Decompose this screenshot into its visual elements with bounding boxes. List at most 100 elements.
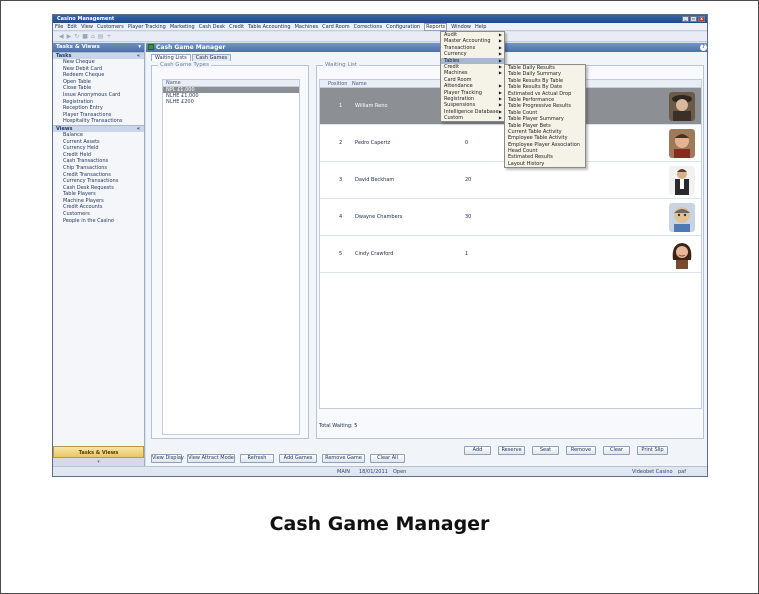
app-window: Casino Management _ ▫ x File Edit View Cust…	[52, 14, 708, 477]
tab-waiting-lists[interactable]: Waiting Lists	[151, 54, 191, 61]
tasks-section-header[interactable]: Tasks «	[53, 52, 144, 59]
toolbar: ◀ ▶ ↻ ■ ⌂ ▤ +	[53, 32, 707, 42]
views-section-header[interactable]: Views «	[53, 124, 144, 133]
view-credit-held[interactable]: Credit Held	[53, 152, 144, 159]
tasks-views-button[interactable]: Tasks & Views	[53, 446, 144, 458]
menu-table-accounting[interactable]: Table Accounting	[248, 24, 290, 30]
add-button[interactable]: Add	[464, 446, 491, 455]
view-table-players[interactable]: Table Players	[53, 191, 144, 198]
task-new-debit-card[interactable]: New Debit Card	[53, 66, 144, 73]
collapse-icon[interactable]: «	[137, 126, 140, 133]
menu-reports[interactable]: Reports	[424, 22, 448, 31]
tasks-views-panel: Tasks & Views ▾ Tasks « New Cheque New De…	[53, 43, 145, 466]
add-icon[interactable]: +	[106, 33, 111, 40]
task-registration[interactable]: Registration	[53, 99, 144, 106]
remove-button[interactable]: Remove	[566, 446, 596, 455]
status-state: Open	[393, 469, 407, 475]
remove-game-button[interactable]: Remove Game	[322, 454, 365, 463]
print-icon[interactable]: ▤	[98, 33, 104, 40]
view-cash-transactions[interactable]: Cash Transactions	[53, 158, 144, 165]
task-redeem-cheque[interactable]: Redeem Cheque	[53, 72, 144, 79]
menu-machines[interactable]: Machines	[295, 24, 319, 30]
view-attract-mode-button[interactable]: View Attract Mode	[187, 454, 235, 463]
game-type-row[interactable]: NLHE £200	[163, 99, 299, 105]
menu-file[interactable]: File	[55, 24, 63, 30]
seat-button[interactable]: Seat	[532, 446, 559, 455]
menu-credit[interactable]: Credit	[229, 24, 244, 30]
tables-report-layout-history[interactable]: Layout History	[505, 161, 585, 167]
reserve-button[interactable]: Reserve	[498, 446, 525, 455]
view-cash-desk-requests[interactable]: Cash Desk Requests	[53, 185, 144, 192]
menu-window[interactable]: Window	[451, 24, 471, 30]
view-credit-accounts[interactable]: Credit Accounts	[53, 204, 144, 211]
menu-edit[interactable]: Edit	[67, 24, 77, 30]
views-list: Balance Current Assets Currency Held Credit…	[53, 132, 144, 224]
minimize-button[interactable]: _	[682, 16, 689, 22]
menu-corrections[interactable]: Corrections	[354, 24, 382, 30]
waiting-list-row[interactable]: 5 Cindy Crawford 1	[320, 236, 701, 273]
close-button[interactable]: x	[698, 16, 705, 22]
row-name: Dwayne Chambers	[355, 214, 403, 220]
view-chip-transactions[interactable]: Chip Transactions	[53, 165, 144, 172]
tables-submenu: Table Daily Results Table Daily Summary Ta…	[504, 64, 586, 169]
panel-grip[interactable]: ▾	[53, 458, 144, 466]
view-people-in-the-casino[interactable]: People in the Casino	[53, 218, 144, 225]
add-games-button[interactable]: Add Games	[279, 454, 317, 463]
task-issue-anonymous-card[interactable]: Issue Anonymous Card	[53, 92, 144, 99]
menu-configuration[interactable]: Configuration	[386, 24, 420, 30]
game-buttons: View Display View Attract Mode Refresh Add …	[151, 454, 405, 463]
clear-button[interactable]: Clear	[603, 446, 630, 455]
view-credit-transactions[interactable]: Credit Transactions	[53, 172, 144, 179]
menu-bar: File Edit View Customers Player Tracking Mark…	[53, 22, 707, 31]
row-position: 4	[339, 214, 343, 220]
menu-help[interactable]: Help	[475, 24, 486, 30]
home-icon[interactable]: ⌂	[91, 33, 95, 40]
row-position: 2	[339, 140, 343, 146]
refresh-button[interactable]: Refresh	[240, 454, 274, 463]
view-currency-held[interactable]: Currency Held	[53, 145, 144, 152]
menu-item-label: Registration	[444, 95, 475, 102]
view-customers[interactable]: Customers	[53, 211, 144, 218]
document-area: Cash Game Manager ? Waiting Lists Cash G…	[146, 43, 707, 466]
task-reception-entry[interactable]: Reception Entry	[53, 105, 144, 112]
tab-cash-games[interactable]: Cash Games	[191, 54, 232, 61]
game-types-grid: Name NPL £1,000 NLHE £1,000 NLHE £200	[162, 79, 300, 435]
view-display-button[interactable]: View Display	[151, 454, 184, 463]
reports-menu: Audit ▶ Master Accounting ▶ Transactions ▶ Cur…	[440, 31, 505, 123]
row-name: David Beckham	[355, 177, 395, 183]
task-hospitality-transactions[interactable]: Hospitality Transactions	[53, 118, 144, 125]
maximize-button[interactable]: ▫	[690, 16, 697, 22]
help-icon[interactable]: ?	[700, 44, 707, 51]
menu-view[interactable]: View	[81, 24, 93, 30]
clear-all-button[interactable]: Clear All	[370, 454, 405, 463]
print-slip-button[interactable]: Print Slip	[637, 446, 668, 455]
refresh-icon[interactable]: ↻	[74, 33, 79, 40]
view-currency-transactions[interactable]: Currency Transactions	[53, 178, 144, 185]
status-date: 18/01/2011	[359, 469, 388, 475]
stop-icon[interactable]: ■	[82, 33, 88, 40]
menu-cash-desk[interactable]: Cash Desk	[199, 24, 225, 30]
task-open-table[interactable]: Open Table	[53, 79, 144, 86]
collapse-icon[interactable]: «	[137, 53, 140, 60]
menu-marketing[interactable]: Marketing	[170, 24, 195, 30]
pin-icon[interactable]: ▾	[138, 43, 141, 52]
menu-customers[interactable]: Customers	[97, 24, 124, 30]
back-icon[interactable]: ◀	[59, 33, 64, 40]
row-position: 1	[339, 103, 343, 109]
waiting-list-row[interactable]: 4 Dwayne Chambers 30	[320, 199, 701, 236]
waiting-list-label: Waiting List	[323, 62, 360, 68]
total-waiting: Total Waiting: 5	[319, 423, 358, 429]
game-types-label: Cash Game Types	[158, 62, 211, 68]
task-close-table[interactable]: Close Table	[53, 85, 144, 92]
row-value: 1	[465, 251, 469, 257]
menu-player-tracking[interactable]: Player Tracking	[128, 24, 166, 30]
view-current-assets[interactable]: Current Assets	[53, 139, 144, 146]
menu-card-room[interactable]: Card Room	[322, 24, 350, 30]
forward-icon[interactable]: ▶	[67, 33, 72, 40]
reports-menu-item-custom[interactable]: Custom ▶	[441, 115, 504, 121]
view-machine-players[interactable]: Machine Players	[53, 198, 144, 205]
waiting-list-buttons: Add Reserve Seat Remove Clear Print Slip	[464, 446, 668, 455]
game-types-group: Cash Game Types Name NPL £1,000 NLHE £1,0…	[151, 62, 309, 439]
task-player-transactions[interactable]: Player Transactions	[53, 112, 144, 119]
row-position: 5	[339, 251, 343, 257]
